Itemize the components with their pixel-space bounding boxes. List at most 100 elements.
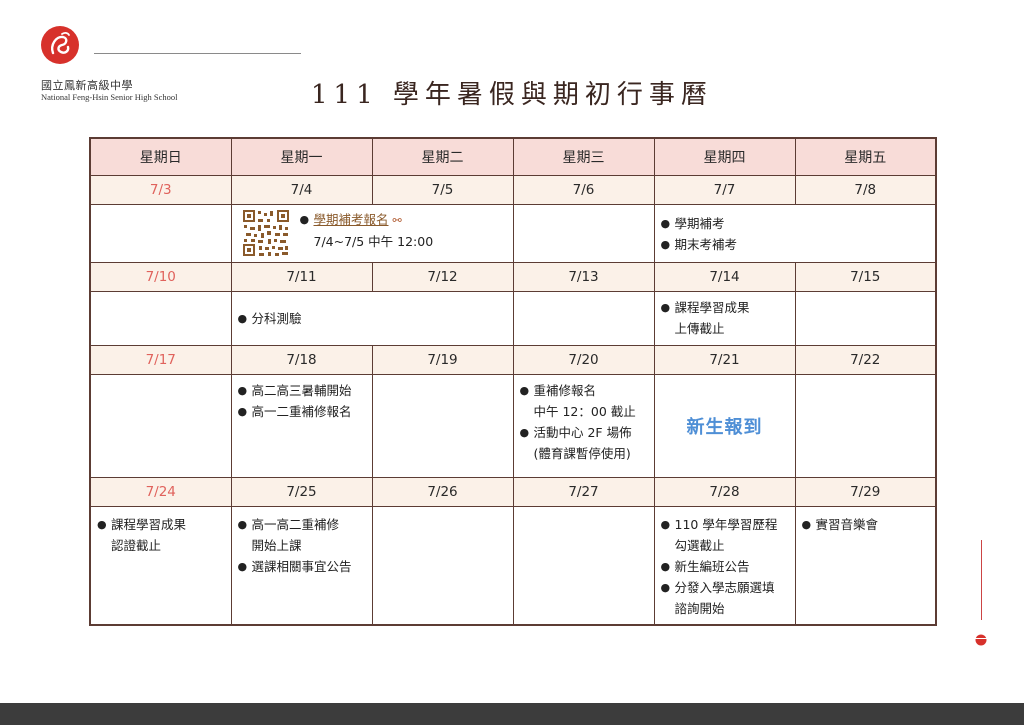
date-cell: 7/3 bbox=[89, 175, 232, 205]
event-cell bbox=[794, 374, 937, 478]
weekday-header-mon: 星期一 bbox=[230, 137, 373, 176]
bullet-icon: ● bbox=[299, 213, 310, 226]
date-cell: 7/25 bbox=[230, 477, 373, 507]
event-item: ● 期末考補考 bbox=[661, 234, 930, 255]
decorative-line bbox=[981, 540, 982, 620]
bullet-icon: ● bbox=[801, 518, 812, 531]
event-cell: ● 高一高二重補修 開始上課 ● 選課相關事宜公告 bbox=[230, 506, 373, 625]
date-cell: 7/24 bbox=[89, 477, 232, 507]
event-cell: ● 實習音樂會 bbox=[794, 506, 937, 625]
event-cell bbox=[89, 204, 232, 263]
bullet-icon: ● bbox=[660, 581, 671, 594]
weekday-header-thu: 星期四 bbox=[653, 137, 796, 176]
event-text: 課程學習成果 認證截止 bbox=[111, 517, 187, 553]
date-cell: 7/21 bbox=[653, 345, 796, 375]
event-cell: ● 分科測驗 bbox=[230, 291, 514, 346]
date-cell: 7/14 bbox=[653, 262, 796, 292]
event-cell bbox=[89, 291, 232, 346]
event-text: 重補修報名 中午 12：00 截止 bbox=[533, 383, 636, 419]
bullet-icon: ● bbox=[97, 518, 107, 531]
event-row: ● 高二高三暑輔開始 ● 高一二重補修報名 ● 重補修報名 中午 12：00 截止 ●… bbox=[89, 374, 937, 478]
event-cell: ● 重補修報名 中午 12：00 截止 ● 活動中心 2F 場佈 (體育課暫停使用) bbox=[512, 374, 655, 478]
date-cell: 7/28 bbox=[653, 477, 796, 507]
event-text: 期末考補考 bbox=[674, 237, 738, 252]
bullet-icon: ● bbox=[237, 312, 248, 325]
bullet-icon: ● bbox=[660, 217, 671, 230]
date-cell: 7/10 bbox=[89, 262, 232, 292]
event-item: ● 高一高二重補修 開始上課 bbox=[238, 514, 366, 556]
date-cell: 7/27 bbox=[512, 477, 655, 507]
school-name-en: National Feng-Hsin Senior High School bbox=[41, 92, 178, 102]
event-cell: ● 高二高三暑輔開始 ● 高一二重補修報名 bbox=[230, 374, 373, 478]
event-cell bbox=[512, 291, 655, 346]
header-divider bbox=[94, 53, 301, 54]
event-row: ● 分科測驗 ● 課程學習成果 上傳截止 bbox=[89, 291, 937, 346]
event-text: 學期補考 bbox=[674, 216, 725, 231]
date-cell: 7/7 bbox=[653, 175, 796, 205]
event-text: 高二高三暑輔開始 bbox=[251, 383, 352, 398]
weekday-header-sun: 星期日 bbox=[89, 137, 232, 176]
date-cell: 7/8 bbox=[794, 175, 937, 205]
bullet-icon: ● bbox=[237, 560, 248, 573]
event-item[interactable]: ● 學期補考報名 ⚯ bbox=[300, 209, 434, 231]
event-cell: ● 課程學習成果 上傳截止 bbox=[653, 291, 796, 346]
date-cell: 7/4 bbox=[230, 175, 373, 205]
decorative-circle-icon bbox=[975, 634, 987, 646]
event-item: ● 課程學習成果 上傳截止 bbox=[661, 297, 789, 339]
date-cell: 7/22 bbox=[794, 345, 937, 375]
date-cell: 7/6 bbox=[512, 175, 655, 205]
event-cell bbox=[512, 204, 655, 263]
date-cell: 7/18 bbox=[230, 345, 373, 375]
bullet-icon: ● bbox=[660, 238, 671, 251]
qr-code-icon[interactable] bbox=[241, 209, 290, 257]
bullet-icon: ● bbox=[237, 405, 248, 418]
event-cell: ● 學期補考報名 ⚯ 7/4~7/5 中午 12:00 bbox=[230, 204, 514, 263]
event-cell: ● 課程學習成果 認證截止 bbox=[89, 506, 232, 625]
school-logo bbox=[41, 26, 79, 64]
event-text: 實習音樂會 bbox=[815, 517, 879, 532]
event-text: 高一二重補修報名 bbox=[251, 404, 352, 419]
date-cell: 7/20 bbox=[512, 345, 655, 375]
event-item: ● 110 學年學習歷程 勾選截止 bbox=[661, 514, 789, 556]
event-item: ● 選課相關事宜公告 bbox=[238, 556, 366, 577]
date-cell: 7/12 bbox=[371, 262, 514, 292]
event-item: ● 實習音樂會 bbox=[802, 514, 930, 535]
weekday-header-wed: 星期三 bbox=[512, 137, 655, 176]
event-detail: 7/4~7/5 中午 12:00 bbox=[300, 231, 434, 252]
date-cell: 7/13 bbox=[512, 262, 655, 292]
event-text: 活動中心 2F 場佈 (體育課暫停使用) bbox=[533, 425, 632, 461]
event-text: 課程學習成果 上傳截止 bbox=[674, 300, 750, 336]
event-item: ● 學期補考 bbox=[661, 213, 930, 234]
weekday-header-row: 星期日 星期一 星期二 星期三 星期四 星期五 bbox=[89, 137, 937, 176]
event-cell: 新生報到 bbox=[653, 374, 796, 478]
bullet-icon: ● bbox=[660, 560, 671, 573]
calendar-table: 星期日 星期一 星期二 星期三 星期四 星期五 7/3 7/4 7/5 7/6 … bbox=[89, 137, 937, 626]
event-cell bbox=[371, 374, 514, 478]
event-item: ● 分發入學志願選填 諮詢開始 bbox=[661, 577, 789, 619]
bullet-icon: ● bbox=[237, 518, 248, 531]
event-text: 選課相關事宜公告 bbox=[251, 559, 352, 574]
event-text: 高一高二重補修 開始上課 bbox=[251, 517, 340, 553]
event-cell bbox=[512, 506, 655, 625]
date-cell: 7/11 bbox=[230, 262, 373, 292]
date-row: 7/17 7/18 7/19 7/20 7/21 7/22 bbox=[89, 345, 937, 375]
event-item: ● 新生編班公告 bbox=[661, 556, 789, 577]
bullet-icon: ● bbox=[519, 426, 530, 439]
weekday-header-fri: 星期五 bbox=[794, 137, 937, 176]
bullet-icon: ● bbox=[660, 518, 671, 531]
event-cell bbox=[89, 374, 232, 478]
event-item: ● 分科測驗 bbox=[238, 308, 507, 329]
event-item: ● 活動中心 2F 場佈 (體育課暫停使用) bbox=[520, 422, 648, 464]
date-cell: 7/5 bbox=[371, 175, 514, 205]
link-icon: ⚯ bbox=[392, 214, 402, 227]
event-text: 110 學年學習歷程 勾選截止 bbox=[674, 517, 778, 553]
event-item: ● 高一二重補修報名 bbox=[238, 401, 366, 422]
bullet-icon: ● bbox=[519, 384, 530, 397]
registration-link[interactable]: 學期補考報名 bbox=[314, 212, 389, 227]
date-cell: 7/26 bbox=[371, 477, 514, 507]
bullet-icon: ● bbox=[237, 384, 248, 397]
event-text: 分科測驗 bbox=[251, 311, 302, 326]
event-text: 新生編班公告 bbox=[674, 559, 750, 574]
date-row: 7/10 7/11 7/12 7/13 7/14 7/15 bbox=[89, 262, 937, 292]
event-row: ● 學期補考報名 ⚯ 7/4~7/5 中午 12:00 ● 學期補考 ● 期末考補考 bbox=[89, 204, 937, 263]
